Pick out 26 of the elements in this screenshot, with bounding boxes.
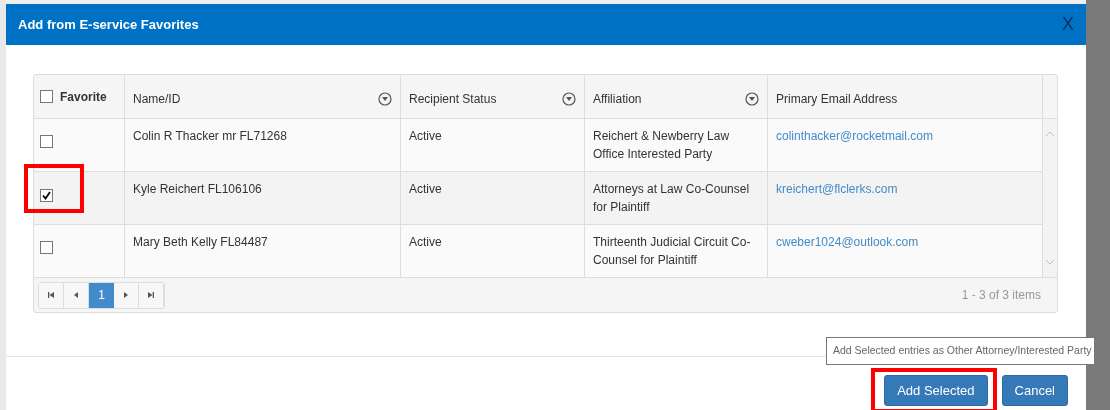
- name-cell: Mary Beth Kelly FL84487: [133, 235, 268, 249]
- status-cell: Active: [409, 235, 442, 249]
- email-link[interactable]: cweber1024@outlook.com: [776, 235, 919, 249]
- table-row[interactable]: Mary Beth Kelly FL84487 Active Thirteenth Judicial Circuit Co-Counsel for Plaintiff cweber1024@outlook.com: [34, 225, 1043, 278]
- email-link[interactable]: colinthacker@rocketmail.com: [776, 129, 933, 143]
- add-selected-button[interactable]: Add Selected: [884, 375, 988, 406]
- column-header[interactable]: Recipient Status: [401, 75, 585, 118]
- page-button[interactable]: 1: [89, 282, 114, 308]
- status-cell: Active: [409, 129, 442, 143]
- name-cell: Colin R Thacker mr FL71268: [133, 129, 287, 143]
- column-header[interactable]: Name/ID: [125, 75, 401, 118]
- table-row[interactable]: Kyle Reichert FL106106 Active Attorneys at Law Co-Counsel for Plaintiff kreichert@flclerks.com: [34, 172, 1043, 225]
- column-header[interactable]: Primary Email Address: [768, 75, 1043, 118]
- column-header-label: Favorite: [60, 88, 107, 106]
- affiliation-cell: Thirteenth Judicial Circuit Co-Counsel for Plaintiff: [593, 235, 751, 267]
- dialog-title: Add from E-service Favorites: [18, 15, 199, 34]
- column-header[interactable]: Favorite: [34, 75, 125, 118]
- pager-summary: 1 - 3 of 3 items: [961, 287, 1042, 304]
- cancel-button[interactable]: Cancel: [1001, 375, 1068, 406]
- table-row[interactable]: Colin R Thacker mr FL71268 Active Reichert & Newberry Law Office Interested Party colinthacker@rocketmail.com: [34, 119, 1043, 172]
- column-header[interactable]: Affiliation: [585, 75, 768, 118]
- affiliation-cell: Reichert & Newberry Law Office Interested Party: [593, 129, 730, 161]
- status-cell: Active: [409, 182, 442, 196]
- affiliation-cell: Attorneys at Law Co-Counsel for Plaintiff: [593, 182, 750, 214]
- tooltip: Add Selected entries as Other Attorney/Interested Party: [826, 337, 1095, 365]
- name-cell: Kyle Reichert FL106106: [133, 182, 262, 196]
